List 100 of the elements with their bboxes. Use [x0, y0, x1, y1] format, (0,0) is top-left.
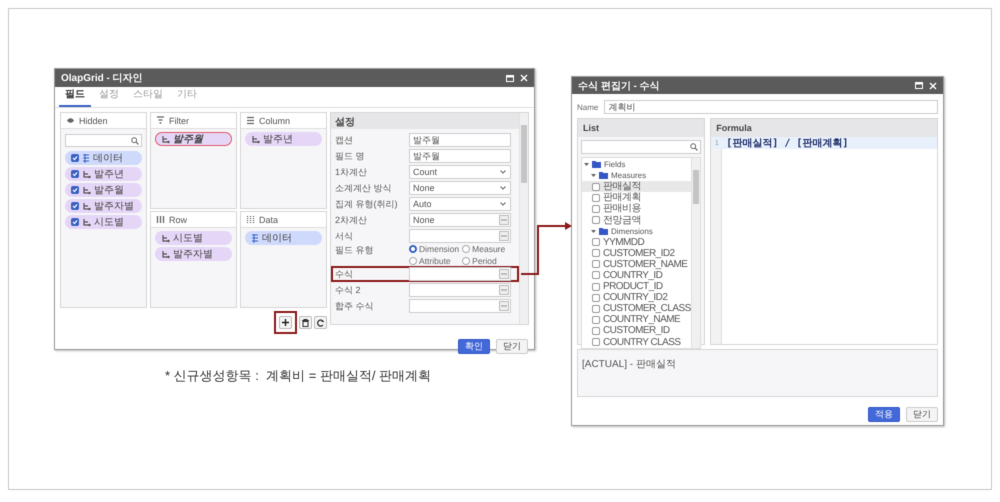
radio-option[interactable]: Period: [462, 256, 506, 266]
checkbox[interactable]: [592, 282, 600, 291]
connector-arrow: [521, 222, 572, 275]
checkbox[interactable]: [71, 170, 79, 178]
tree-item[interactable]: PRODUCT_ID: [582, 281, 692, 292]
tree-item[interactable]: CUSTOMER_NAME: [582, 258, 692, 270]
radio-option[interactable]: Dimension: [409, 244, 460, 254]
radio-option[interactable]: Attribute: [409, 256, 460, 266]
checkbox[interactable]: [592, 216, 600, 224]
checkbox[interactable]: [592, 316, 600, 324]
checkbox[interactable]: [71, 202, 79, 210]
eye-icon: [66, 116, 75, 125]
tree-item[interactable]: COUNTRY_NAME: [582, 314, 692, 326]
tree-item[interactable]: CUSTOMER_ID2: [582, 248, 692, 259]
hierarchy-icon: [82, 202, 91, 210]
select-field[interactable]: None: [409, 181, 511, 195]
checkbox[interactable]: [592, 338, 600, 346]
select-field[interactable]: Count: [409, 165, 511, 179]
text-field[interactable]: 발주월: [409, 149, 511, 163]
caret-icon[interactable]: [591, 228, 596, 234]
tree-item[interactable]: 판매비용: [582, 203, 692, 214]
tree-item[interactable]: CUSTOMER_CLASS: [582, 303, 692, 314]
chevron-down-icon: [500, 186, 506, 190]
close-button[interactable]: 닫기: [906, 407, 938, 422]
more-button[interactable]: [499, 231, 509, 241]
field-chip[interactable]: 발주자별: [155, 247, 232, 261]
tree-folder[interactable]: Measures: [582, 170, 692, 182]
tree-item[interactable]: 판매실적: [582, 181, 692, 192]
refresh-button[interactable]: [314, 316, 327, 329]
tree-item[interactable]: 판매계획: [582, 192, 692, 204]
text-field[interactable]: 발주월: [409, 133, 511, 147]
field-chip[interactable]: 발주년: [245, 132, 322, 146]
checkbox[interactable]: [71, 154, 79, 162]
tree-item[interactable]: COUNTRY_ID: [582, 270, 692, 282]
checkbox[interactable]: [592, 182, 600, 191]
input-field[interactable]: [409, 299, 511, 313]
tree-item[interactable]: CUSTOMER_ID: [582, 325, 692, 336]
input-field[interactable]: None: [409, 213, 511, 227]
field-chip[interactable]: 발주년: [65, 167, 142, 181]
caret-icon[interactable]: [584, 162, 589, 168]
radio-dot[interactable]: [409, 257, 417, 265]
close-button[interactable]: 닫기: [496, 339, 528, 354]
tree-item[interactable]: 전망금액: [582, 214, 692, 226]
window-title: 수식 편집기 - 수식: [578, 80, 661, 92]
input-field[interactable]: [409, 283, 511, 297]
radio-dot[interactable]: [462, 257, 470, 265]
hierarchy-icon: [82, 186, 91, 194]
checkbox[interactable]: [592, 271, 600, 280]
field-chip[interactable]: 발주월: [65, 183, 142, 197]
tree-folder[interactable]: Dimensions: [582, 226, 692, 237]
checkbox[interactable]: [592, 194, 600, 202]
chevron-down-icon: [500, 202, 506, 206]
search-field[interactable]: [65, 134, 142, 147]
hierarchy-icon: [161, 234, 170, 242]
tree-item[interactable]: YYMMDD: [582, 236, 692, 248]
field-label: 1차계산: [335, 166, 368, 178]
more-button[interactable]: [499, 269, 509, 279]
more-button[interactable]: [499, 215, 509, 225]
tree-folder[interactable]: Fields: [582, 159, 692, 170]
checkbox[interactable]: [592, 304, 600, 313]
input-field[interactable]: [409, 229, 511, 243]
radio-dot[interactable]: [462, 245, 470, 253]
more-button[interactable]: [499, 285, 509, 295]
field-chip[interactable]: 발주월: [155, 132, 232, 146]
maximize-icon[interactable]: [506, 74, 514, 82]
checkbox[interactable]: [592, 294, 600, 302]
field-chip[interactable]: 시도별: [155, 231, 232, 245]
checkbox[interactable]: [592, 326, 600, 335]
scrollbar[interactable]: [691, 158, 700, 348]
confirm-button[interactable]: 확인: [458, 339, 490, 354]
list-icon: [246, 116, 255, 125]
close-icon[interactable]: [929, 82, 937, 90]
panel-title: Column: [259, 116, 290, 126]
radio-option[interactable]: Measure: [462, 244, 506, 254]
checkbox[interactable]: [592, 204, 600, 213]
field-chip[interactable]: 시도별: [65, 215, 142, 229]
checkbox[interactable]: [592, 249, 600, 258]
caret-icon[interactable]: [591, 173, 596, 178]
input-field[interactable]: [409, 267, 511, 281]
delete-button[interactable]: [299, 316, 312, 329]
tree-item[interactable]: COUNTRY_ID2: [582, 292, 692, 304]
field-chip[interactable]: 데이터: [245, 231, 322, 245]
radio-dot[interactable]: [409, 245, 417, 253]
scrollbar[interactable]: [519, 113, 528, 324]
name-field[interactable]: 계획비: [604, 100, 938, 114]
apply-button[interactable]: 적용: [868, 407, 900, 422]
checkbox[interactable]: [71, 186, 79, 194]
select-field[interactable]: Auto: [409, 197, 511, 211]
tab[interactable]: 필드: [59, 87, 91, 107]
close-icon[interactable]: [520, 74, 528, 82]
checkbox[interactable]: [592, 238, 600, 246]
tree-item[interactable]: COUNTRY CLASS: [582, 336, 692, 348]
more-button[interactable]: [499, 301, 509, 311]
field-chip[interactable]: 발주자별: [65, 199, 142, 213]
maximize-icon[interactable]: [915, 82, 923, 89]
checkbox[interactable]: [592, 260, 600, 268]
field-chip[interactable]: 데이터: [65, 151, 142, 165]
checkbox[interactable]: [71, 218, 79, 226]
search-field[interactable]: [581, 140, 702, 154]
add-button[interactable]: [279, 316, 292, 329]
